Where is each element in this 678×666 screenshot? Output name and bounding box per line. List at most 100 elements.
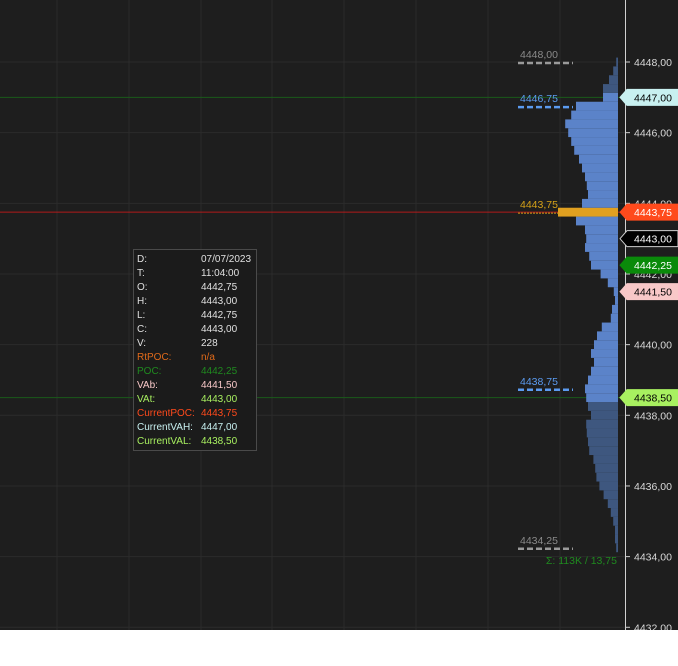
data-tooltip: D: 07/07/2023 T: 11:04:00 O: 4442,75 H: 4443,00… [133, 249, 257, 451]
profile-bar [571, 137, 618, 146]
tooltip-row: T: 11:04:00 [137, 267, 256, 281]
profile-bar [574, 145, 618, 155]
tooltip-key: V: [137, 338, 147, 349]
axis-price-marker: 4443,00 [619, 230, 678, 248]
tooltip-value: 07/07/2023 [201, 254, 252, 265]
tooltip-value: 4443,00 [201, 296, 238, 307]
profile-bar [582, 163, 618, 173]
profile-bar [588, 437, 618, 447]
profile-bar [610, 313, 618, 323]
profile-bar [586, 393, 618, 403]
profile-bar [565, 119, 618, 129]
tooltip-key: L: [137, 310, 146, 321]
tooltip-value: 4443,75 [201, 408, 238, 419]
tooltip-value: 4441,50 [201, 380, 238, 391]
profile-bar [586, 428, 618, 438]
axis-tick-label: 4436,00 [634, 481, 672, 493]
tooltip-row: CurrentVAL: 4438,50 [137, 435, 256, 449]
profile-bar [599, 481, 618, 491]
profile-bar [601, 322, 618, 332]
axis-tick-label: 4448,00 [634, 57, 672, 69]
profile-bar [591, 260, 618, 270]
axis-price-marker: 4441,50 [619, 283, 678, 301]
profile-bar [585, 172, 618, 182]
profile-level-label: 4448,00 [520, 49, 558, 61]
profile-bar [616, 543, 618, 553]
profile-bar [591, 410, 618, 420]
profile-bar [591, 349, 618, 358]
price-marker-label: 4441,50 [634, 287, 672, 299]
tooltip-value: 4443,00 [201, 324, 238, 335]
profile-bar [588, 190, 618, 199]
profile-bar [613, 287, 618, 297]
axis-price-marker: 4447,00 [619, 88, 678, 106]
tooltip-row: VAt: 4443,00 [137, 393, 256, 407]
axis-tick-label: 4434,00 [634, 552, 672, 564]
tooltip-value: 4442,25 [201, 366, 238, 377]
tooltip-row: D: 07/07/2023 [137, 253, 256, 267]
profile-bar [595, 463, 618, 473]
profile-summary-label: Σ: 113K / 13,75 [546, 555, 617, 567]
profile-bar [589, 446, 618, 456]
profile-bar [586, 234, 618, 244]
profile-bar [588, 375, 618, 385]
axis-price-marker: 4442,25 [619, 256, 678, 274]
price-marker-label: 4443,75 [634, 207, 672, 219]
profile-bar [616, 57, 618, 67]
tooltip-key: O: [137, 282, 148, 293]
tooltip-row: C: 4443,00 [137, 323, 256, 337]
tooltip-row: POC: 4442,25 [137, 365, 256, 379]
tooltip-row: VAb: 4441,50 [137, 379, 256, 393]
axis-tick-label: 4446,00 [634, 128, 672, 140]
profile-level-label: 4446,75 [520, 93, 558, 105]
profile-bar [585, 225, 618, 235]
profile-bar [586, 181, 618, 191]
profile-bar [579, 154, 618, 164]
profile-bar [609, 75, 618, 85]
profile-bar [586, 419, 618, 429]
tooltip-key: RtPOC: [137, 352, 172, 363]
profile-bar [594, 357, 618, 367]
tooltip-row: CurrentVAH: 4447,00 [137, 421, 256, 435]
profile-bar [585, 384, 618, 394]
profile-bar [596, 472, 618, 482]
profile-bar [593, 455, 618, 464]
tooltip-key: H: [137, 296, 147, 307]
profile-bar [610, 508, 618, 517]
profile-bar [588, 402, 618, 411]
tooltip-row: V: 228 [137, 337, 256, 351]
profile-bar [571, 110, 618, 120]
price-marker-label: 4438,50 [634, 393, 672, 405]
profile-bar [594, 340, 618, 350]
profile-bar [576, 216, 618, 226]
profile-bar [615, 525, 618, 535]
profile-level-label: 4438,75 [520, 376, 558, 388]
tooltip-value: 4442,75 [201, 310, 238, 321]
price-marker-label: 4442,25 [634, 260, 672, 272]
profile-bar [612, 304, 618, 314]
tooltip-key: CurrentVAH: [137, 422, 193, 433]
tooltip-row: RtPOC: n/a [137, 351, 256, 365]
tooltip-value: n/a [201, 352, 215, 363]
tooltip-key: CurrentVAL: [137, 436, 192, 447]
axis-tick-label: 4432,00 [634, 622, 672, 630]
tooltip-key: VAt: [137, 394, 156, 405]
profile-bar [613, 516, 618, 526]
profile-bar [603, 84, 618, 93]
profile-bar [603, 490, 618, 500]
profile-bar [607, 499, 618, 509]
tooltip-row: L: 4442,75 [137, 309, 256, 323]
tooltip-value: 228 [201, 338, 218, 349]
profile-poc-bar [558, 207, 618, 217]
axis-price-marker: 4443,75 [619, 203, 678, 221]
profile-bar [576, 101, 618, 111]
profile-bar [597, 331, 618, 341]
price-marker-label: 4443,00 [634, 234, 672, 246]
price-chart[interactable]: 4448,00 4446,75 4443,75 4438,75 4434,25 Σ: 11… [0, 0, 678, 630]
tooltip-row: O: 4442,75 [137, 281, 256, 295]
price-marker-label: 4447,00 [634, 92, 672, 104]
tooltip-key: T: [137, 268, 145, 279]
profile-bar [603, 92, 618, 102]
chart-area[interactable]: 4448,00 4446,75 4443,75 4438,75 4434,25 Σ: 11… [0, 0, 678, 630]
profile-bar [607, 278, 618, 288]
